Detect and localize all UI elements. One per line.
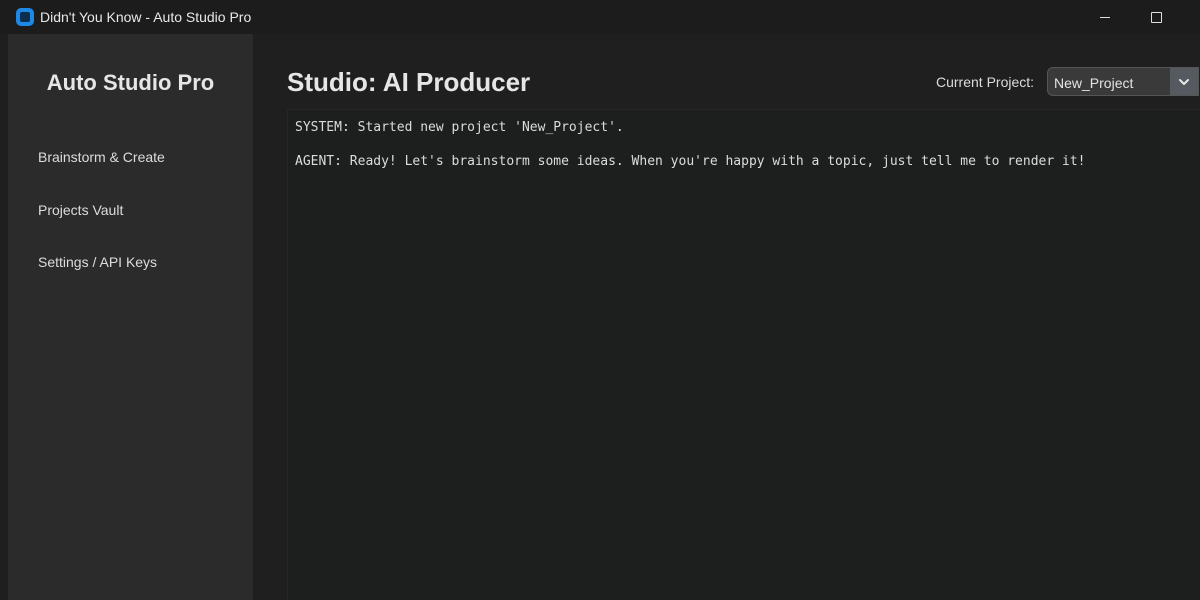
maximize-icon xyxy=(1150,11,1162,23)
sidebar: Auto Studio Pro Brainstorm & Create Proj… xyxy=(8,34,253,600)
current-project-value: New_Project xyxy=(1054,75,1134,91)
log-line: AGENT: Ready! Let's brainstorm some idea… xyxy=(295,154,1086,169)
dropdown-arrow-button[interactable] xyxy=(1170,68,1198,95)
current-project-dropdown[interactable]: New_Project xyxy=(1047,67,1199,96)
app-window: Didn't You Know - Auto Studio Pro Auto S… xyxy=(0,0,1200,600)
app-icon xyxy=(16,8,34,26)
log-line: SYSTEM: Started new project 'New_Project… xyxy=(295,120,624,135)
title-bar[interactable]: Didn't You Know - Auto Studio Pro xyxy=(0,0,1200,34)
sidebar-item-brainstorm-create[interactable]: Brainstorm & Create xyxy=(38,149,165,165)
chat-log[interactable]: SYSTEM: Started new project 'New_Project… xyxy=(287,109,1200,600)
minimize-icon xyxy=(1100,16,1110,18)
sidebar-title: Auto Studio Pro xyxy=(46,70,215,95)
window-title: Didn't You Know - Auto Studio Pro xyxy=(40,9,252,25)
sidebar-item-projects-vault[interactable]: Projects Vault xyxy=(38,202,123,218)
maximize-button[interactable] xyxy=(1133,0,1179,34)
chevron-down-icon xyxy=(1179,78,1189,85)
current-project-label: Current Project: xyxy=(936,74,1035,90)
minimize-button[interactable] xyxy=(1082,0,1128,34)
sidebar-item-settings-api-keys[interactable]: Settings / API Keys xyxy=(38,254,157,270)
page-title: Studio: AI Producer xyxy=(287,67,531,97)
